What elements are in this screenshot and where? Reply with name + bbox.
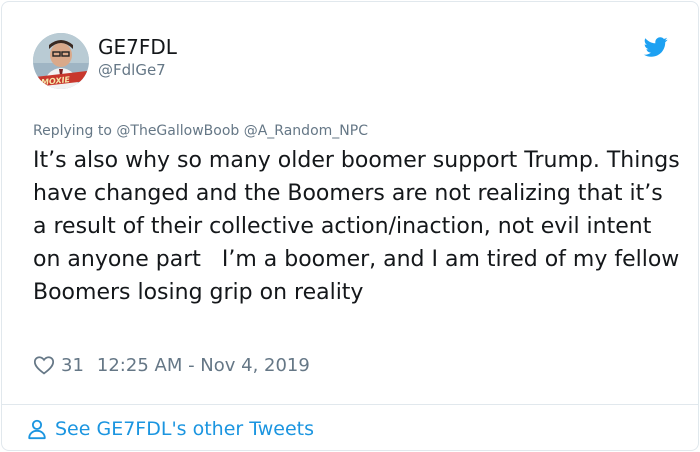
see-other-tweets-link[interactable]: See GE7FDL's other Tweets: [26, 416, 314, 442]
reply-context: Replying to @TheGallowBoob @A_Random_NPC: [33, 122, 368, 140]
tweet-card: MOXIE GE7FDL @FdlGe7 Replying to @TheGal…: [1, 1, 699, 451]
mention-link-a-random-npc[interactable]: @A_Random_NPC: [244, 123, 368, 139]
heart-icon[interactable]: [33, 354, 55, 376]
author-display-name[interactable]: GE7FDL: [98, 35, 177, 59]
divider: [2, 404, 698, 405]
see-other-tweets-label: See GE7FDL's other Tweets: [55, 418, 314, 440]
reply-prefix: Replying to: [33, 123, 112, 139]
mention-link-thegallowboob[interactable]: @TheGallowBoob: [116, 123, 239, 139]
twitter-bird-icon[interactable]: [643, 35, 669, 59]
profile-photo: MOXIE: [33, 33, 89, 89]
like-count[interactable]: 31: [61, 355, 84, 376]
tweet-meta: 31 12:25 AM - Nov 4, 2019: [33, 352, 310, 378]
avatar[interactable]: MOXIE: [33, 33, 89, 89]
tweet-timestamp[interactable]: 12:25 AM - Nov 4, 2019: [97, 355, 310, 376]
author-handle[interactable]: @FdlGe7: [98, 60, 166, 80]
person-icon: [28, 419, 46, 440]
tweet-text: It’s also why so many older boomer suppo…: [33, 148, 687, 305]
